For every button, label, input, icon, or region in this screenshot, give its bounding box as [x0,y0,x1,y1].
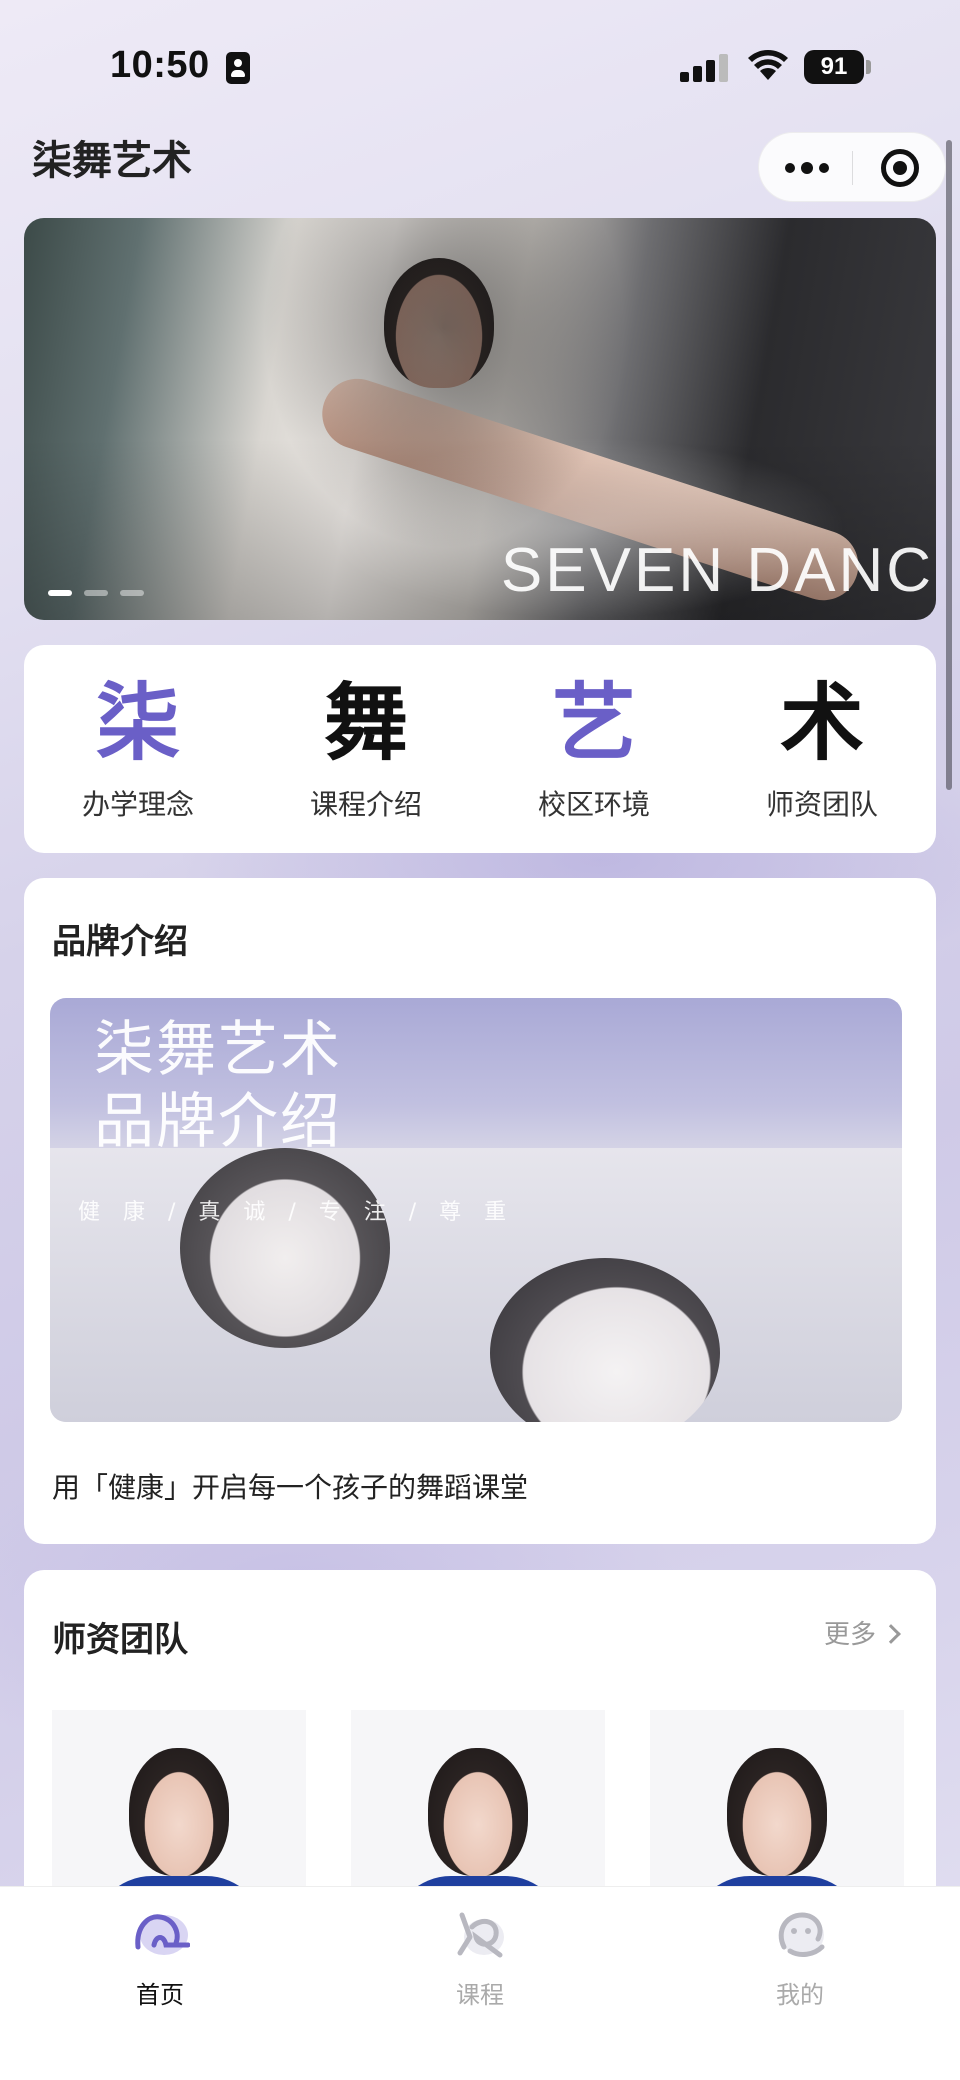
quick-item-philosophy[interactable]: 柒 办学理念 [24,645,252,853]
tab-courses[interactable]: 课程 [320,1887,640,2080]
more-options-icon[interactable] [785,157,829,179]
quick-item-label: 办学理念 [81,788,194,821]
banner-dot[interactable] [120,590,144,596]
banner-caption: SEVEN DANC [500,536,934,605]
brand-image-title: 柒舞艺术 品牌介绍 [94,1015,342,1157]
quick-char-icon: 术 [779,674,864,772]
cellular-signal-icon [680,52,728,82]
teacher-portrait [727,1748,827,1876]
brand-intro-card: 品牌介绍 柒舞艺术 品牌介绍 健 康 / 真 诚 / 专 注 / 尊 重 用「健… [24,878,936,1544]
tab-label: 课程 [456,1981,504,2009]
scrollbar[interactable] [946,140,952,790]
quick-item-courses[interactable]: 舞 课程介绍 [252,645,480,853]
status-time: 10:50 [110,44,210,86]
brand-intro-image[interactable]: 柒舞艺术 品牌介绍 健 康 / 真 诚 / 专 注 / 尊 重 [50,998,902,1422]
quick-char-icon: 柒 [95,674,180,772]
hero-banner[interactable]: SEVEN DANC [24,218,936,620]
quick-item-campus[interactable]: 艺 校区环境 [480,645,708,853]
brand-image-subtitle: 健 康 / 真 诚 / 专 注 / 尊 重 [78,1200,515,1225]
more-teachers-link[interactable]: 更多 [823,1614,901,1651]
tab-home[interactable]: 首页 [0,1887,320,2080]
bottom-tab-bar: 首页 课程 我的 [0,1886,960,2080]
capsule-divider [852,151,853,185]
brand-description: 用「健康」开启每一个孩子的舞蹈课堂 [52,1471,529,1504]
brand-image-background [50,1148,902,1422]
chevron-right-icon [881,1624,901,1644]
banner-dot[interactable] [48,590,72,596]
quick-char-icon: 艺 [551,674,636,772]
mini-program-capsule [758,132,946,202]
home-icon [135,1914,191,1955]
status-bar: 10:50 91 [0,0,960,130]
quick-menu: 柒 办学理念 舞 课程介绍 艺 校区环境 术 师资团队 [24,645,936,853]
profile-icon [778,1912,825,1957]
banner-pagination [48,590,144,596]
wifi-icon [748,50,788,80]
quick-item-label: 课程介绍 [309,788,422,821]
battery-tip-icon [866,60,871,74]
contact-card-icon [226,52,250,84]
close-mini-program-icon[interactable] [881,149,919,187]
more-link-label: 更多 [823,1620,876,1650]
tab-profile[interactable]: 我的 [640,1887,960,2080]
brand-image-child [180,1148,390,1348]
quick-char-icon: 舞 [323,674,408,772]
tab-label: 首页 [136,1981,184,2009]
tab-label: 我的 [776,1981,824,2009]
quick-item-teachers[interactable]: 术 师资团队 [708,645,936,853]
teacher-portrait [129,1748,229,1876]
quick-item-label: 师资团队 [765,788,878,821]
section-title-teachers: 师资团队 [52,1620,188,1660]
course-icon [457,1912,504,1958]
banner-dot[interactable] [84,590,108,596]
quick-item-label: 校区环境 [537,788,650,821]
page-title: 柒舞艺术 [32,138,192,184]
teacher-portrait [428,1748,528,1876]
section-title-brand: 品牌介绍 [52,922,188,962]
battery-indicator: 91 [804,50,864,84]
